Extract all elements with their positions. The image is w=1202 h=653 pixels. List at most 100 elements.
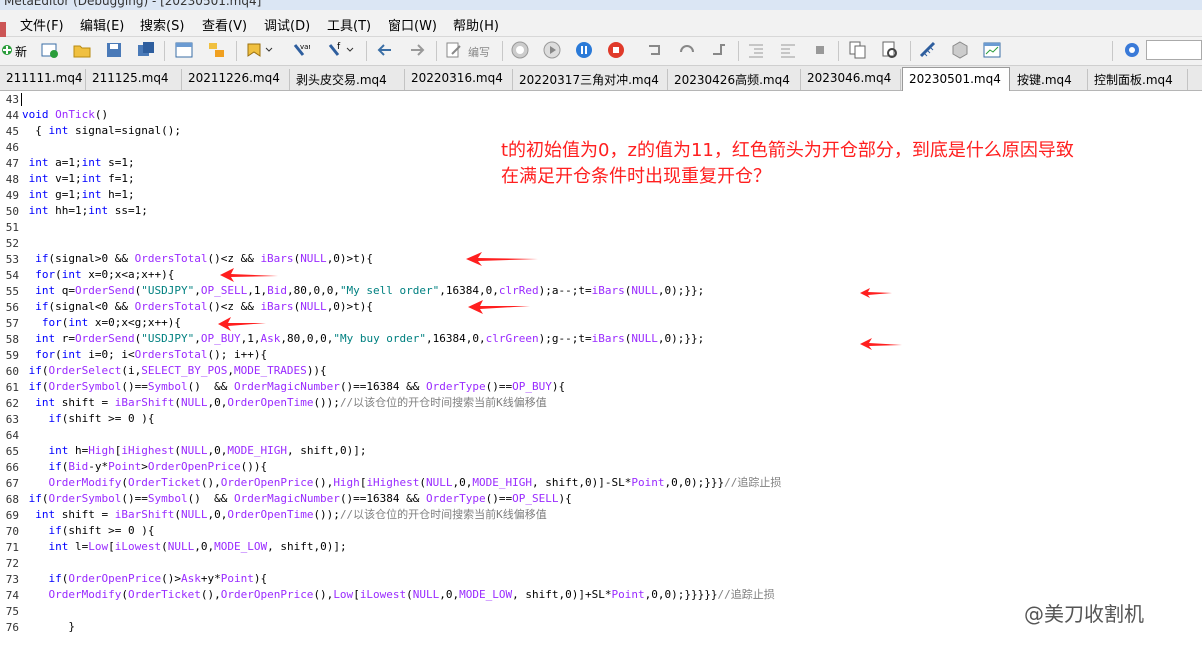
tab-20220316[interactable]: 20220316.mq4 bbox=[405, 69, 513, 90]
svg-text:f: f bbox=[337, 42, 341, 52]
cube-icon bbox=[952, 41, 968, 59]
start-debug-button[interactable] bbox=[542, 40, 562, 60]
code-line[interactable]: if(shift >= 0 ){ bbox=[22, 523, 155, 539]
code-line[interactable]: if(signal<0 && OrdersTotal()<z && iBars(… bbox=[22, 299, 373, 315]
code-line[interactable]: if(OrderSymbol()==Symbol() && OrderMagic… bbox=[22, 379, 566, 395]
line-number: 63 bbox=[5, 413, 19, 426]
save-button[interactable] bbox=[104, 40, 124, 60]
line-number: 50 bbox=[5, 205, 19, 218]
menu-view[interactable]: 查看(V) bbox=[202, 15, 247, 34]
find-in-files-button[interactable] bbox=[880, 40, 900, 60]
toolbar-search-input[interactable] bbox=[1146, 40, 1202, 60]
annotation-line-1: t的初始值为0，z的值为11，红色箭头为开仓部分，到底是什么原因导致 bbox=[501, 140, 1074, 161]
terminal-button[interactable] bbox=[982, 40, 1002, 60]
step-out-button[interactable] bbox=[709, 40, 729, 60]
tab-2023046[interactable]: 2023046.mq4 bbox=[801, 69, 901, 90]
menu-debug[interactable]: 调试(D) bbox=[264, 15, 310, 34]
annotation-line-2: 在满足开仓条件时出现重复开仓？ bbox=[501, 166, 771, 187]
line-number: 52 bbox=[5, 237, 19, 250]
new-project-button[interactable] bbox=[40, 40, 60, 60]
variable-button[interactable]: var bbox=[290, 40, 311, 60]
settings-button[interactable] bbox=[1122, 40, 1142, 60]
line-number: 45 bbox=[5, 125, 19, 138]
code-line[interactable]: if(OrderSymbol()==Symbol() && OrderMagic… bbox=[22, 491, 572, 507]
code-line[interactable]: if(signal>0 && OrdersTotal()<z && iBars(… bbox=[22, 251, 373, 267]
tab-20230426[interactable]: 20230426高频.mq4 bbox=[668, 69, 801, 90]
compile-label: 编写 bbox=[468, 46, 490, 59]
code-line[interactable]: if(Bid-y*Point>OrderOpenPrice()){ bbox=[22, 459, 268, 475]
toolbox-button[interactable] bbox=[206, 40, 226, 60]
market-button[interactable] bbox=[950, 40, 970, 60]
code-line[interactable]: { int signal=signal(); bbox=[22, 123, 181, 139]
tab-control-panel[interactable]: 控制面板.mq4 bbox=[1088, 69, 1188, 90]
code-line[interactable]: } bbox=[22, 619, 75, 635]
watermark: @美刀收割机 bbox=[1024, 602, 1144, 626]
tab-keys[interactable]: 按键.mq4 bbox=[1011, 69, 1088, 90]
code-line[interactable]: for(int x=0;x<g;x++){ bbox=[22, 315, 181, 331]
menu-edit[interactable]: 编辑(E) bbox=[80, 15, 124, 34]
style-button[interactable] bbox=[918, 40, 938, 60]
line-number: 46 bbox=[5, 141, 19, 154]
code-line[interactable]: int a=1;int s=1; bbox=[22, 155, 135, 171]
menu-search[interactable]: 搜索(S) bbox=[140, 15, 184, 34]
stop-button[interactable] bbox=[606, 40, 626, 60]
code-line[interactable]: OrderModify(OrderTicket(),OrderOpenPrice… bbox=[22, 475, 782, 491]
code-line[interactable]: if(OrderOpenPrice()>Ask+y*Point){ bbox=[22, 571, 268, 587]
step-out-icon bbox=[713, 44, 725, 55]
back-button[interactable] bbox=[375, 40, 395, 60]
breakpoint-button[interactable] bbox=[810, 40, 830, 60]
tab-211111[interactable]: 211111.mq4 bbox=[0, 69, 86, 90]
save-all-button[interactable] bbox=[136, 40, 156, 60]
code-line[interactable]: if(shift >= 0 ){ bbox=[22, 411, 155, 427]
code-line[interactable]: for(int x=0;x<a;x++){ bbox=[22, 267, 174, 283]
code-line[interactable]: int shift = iBarShift(NULL,0,OrderOpenTi… bbox=[22, 507, 547, 523]
code-line[interactable]: int q=OrderSend("USDJPY",OP_SELL,1,Bid,8… bbox=[22, 283, 704, 299]
code-line[interactable]: OrderModify(OrderTicket(),OrderOpenPrice… bbox=[22, 587, 775, 603]
code-line[interactable]: int h=High[iHighest(NULL,0,MODE_HIGH, sh… bbox=[22, 443, 367, 459]
step-over-button[interactable] bbox=[677, 40, 697, 60]
copy-button[interactable] bbox=[848, 40, 868, 60]
pause-button[interactable] bbox=[574, 40, 594, 60]
red-arrow-icon bbox=[860, 338, 902, 350]
step-into-icon bbox=[649, 45, 660, 55]
outdent-button[interactable] bbox=[778, 40, 798, 60]
step-into-button[interactable] bbox=[645, 40, 665, 60]
indent-button[interactable] bbox=[746, 40, 766, 60]
menu-window[interactable]: 窗口(W) bbox=[388, 15, 437, 34]
code-line[interactable]: int l=Low[iLowest(NULL,0,MODE_LOW, shift… bbox=[22, 539, 347, 555]
code-line[interactable]: int r=OrderSend("USDJPY",OP_BUY,1,Ask,80… bbox=[22, 331, 704, 347]
line-number: 43 bbox=[5, 93, 19, 106]
menu-tools[interactable]: 工具(T) bbox=[327, 15, 371, 34]
code-line[interactable]: int v=1;int f=1; bbox=[22, 171, 135, 187]
new-file-button[interactable] bbox=[1, 40, 15, 60]
code-line[interactable]: for(int i=0; i<OrdersTotal(); i++){ bbox=[22, 347, 267, 363]
code-line[interactable]: int hh=1;int ss=1; bbox=[22, 203, 148, 219]
start-debug-history-button[interactable] bbox=[510, 40, 530, 60]
compile-button[interactable] bbox=[444, 40, 464, 60]
indent-icon bbox=[749, 44, 763, 58]
forward-button[interactable] bbox=[407, 40, 427, 60]
bookmark-icon bbox=[247, 43, 273, 57]
code-line[interactable]: if(OrderSelect(i,SELECT_BY_POS,MODE_TRAD… bbox=[22, 363, 327, 379]
code-line[interactable]: int g=1;int h=1; bbox=[22, 187, 135, 203]
line-number: 74 bbox=[5, 589, 19, 602]
tab-20220317[interactable]: 20220317三角对冲.mq4 bbox=[513, 69, 668, 90]
new-file-label: 新 bbox=[15, 45, 28, 59]
menu-help[interactable]: 帮助(H) bbox=[453, 15, 499, 34]
toolbar-separator bbox=[436, 41, 437, 61]
save-icon bbox=[107, 43, 121, 57]
open-button[interactable] bbox=[72, 40, 92, 60]
menu-file[interactable]: 文件(F) bbox=[20, 15, 64, 34]
tab-20230501[interactable]: 20230501.mq4 bbox=[902, 67, 1010, 91]
code-line[interactable]: int shift = iBarShift(NULL,0,OrderOpenTi… bbox=[22, 395, 547, 411]
navigator-button[interactable] bbox=[174, 40, 194, 60]
code-line[interactable]: void OnTick() bbox=[22, 107, 108, 123]
tab-211125[interactable]: 211125.mq4 bbox=[86, 69, 182, 90]
window-title-bar: MetaEditor (Debugging) - [20230501.mq4] bbox=[0, 0, 1202, 10]
tab-scalping[interactable]: 剥头皮交易.mq4 bbox=[290, 69, 405, 90]
comb-icon bbox=[919, 41, 936, 58]
function-button[interactable]: f bbox=[325, 40, 355, 60]
line-number: 66 bbox=[5, 461, 19, 474]
bookmark-button[interactable] bbox=[244, 40, 274, 60]
tab-20211226[interactable]: 20211226.mq4 bbox=[182, 69, 290, 90]
